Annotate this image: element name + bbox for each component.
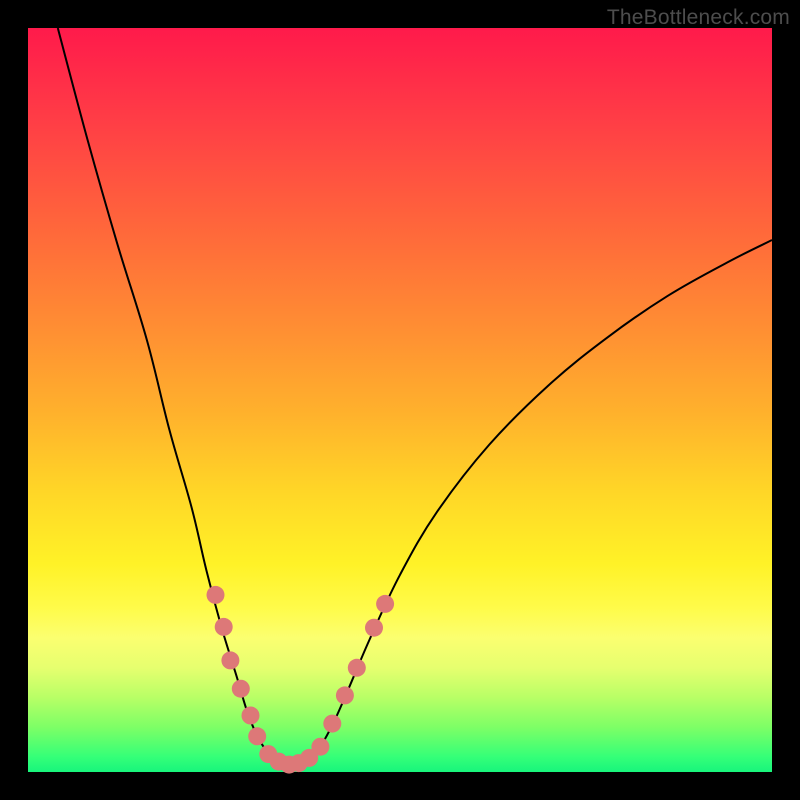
- data-dot: [242, 707, 260, 725]
- data-dot: [365, 619, 383, 637]
- data-dot: [376, 595, 394, 613]
- data-dot: [221, 651, 239, 669]
- watermark-text: TheBottleneck.com: [607, 6, 790, 30]
- data-dot: [207, 586, 225, 604]
- data-dot: [348, 659, 366, 677]
- data-dot: [311, 738, 329, 756]
- curve-right-branch: [292, 240, 772, 766]
- curve-svg: [28, 28, 772, 772]
- chart-frame: TheBottleneck.com: [0, 0, 800, 800]
- data-dot: [323, 715, 341, 733]
- data-dot: [336, 686, 354, 704]
- curve-left-branch: [58, 28, 292, 766]
- data-dot: [215, 618, 233, 636]
- data-dot: [232, 680, 250, 698]
- data-dot: [248, 727, 266, 745]
- plot-area: [28, 28, 772, 772]
